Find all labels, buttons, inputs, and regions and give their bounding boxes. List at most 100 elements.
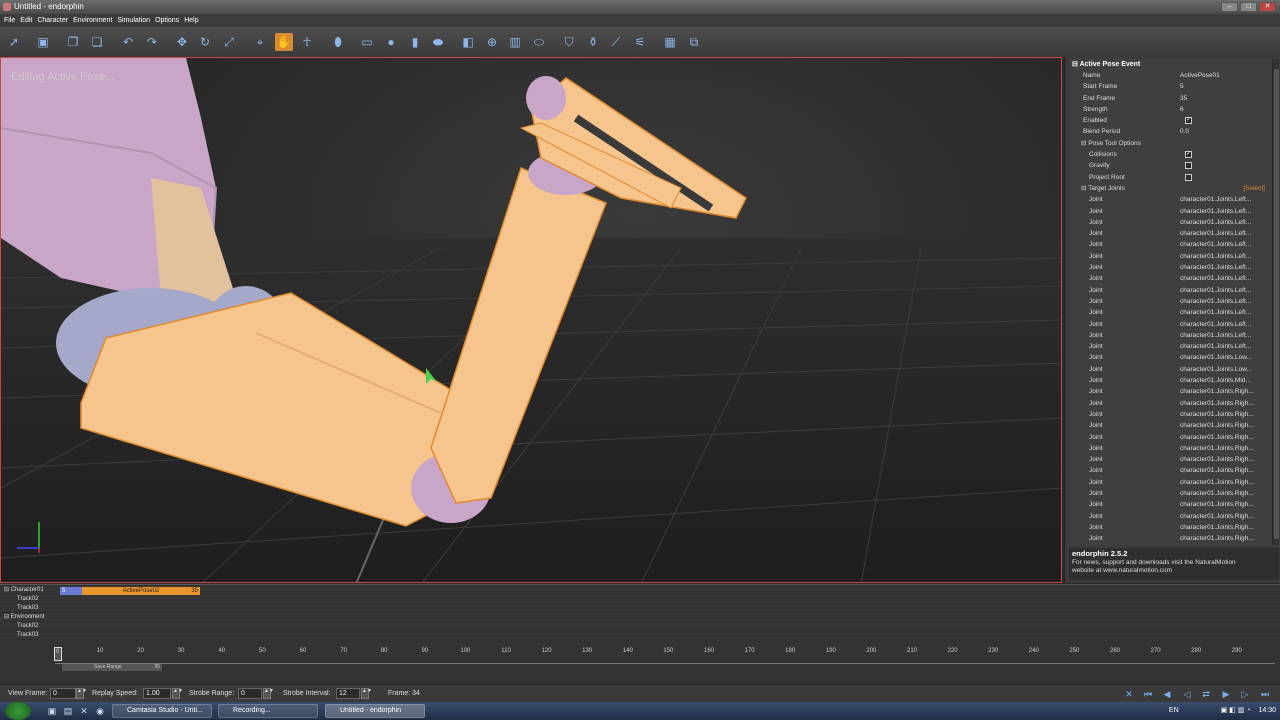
copy-icon[interactable]: ❐ <box>64 33 82 51</box>
menu-options[interactable]: Options <box>155 14 184 27</box>
joint-row[interactable]: Joint character01.Joints.Left... <box>1069 217 1279 228</box>
sphere-shape-icon[interactable]: ● <box>382 33 400 51</box>
network-icon[interactable]: ⧉ <box>685 33 703 51</box>
cylinder-shape-icon[interactable]: ▮ <box>406 33 424 51</box>
joint-row[interactable]: Joint character01.Joints.Righ... <box>1069 477 1279 488</box>
select-tool-icon[interactable]: ➚ <box>5 33 23 51</box>
track-environment[interactable]: ⊟ Environment <box>0 613 1280 622</box>
joint-value[interactable]: character01.Joints.Left... <box>1180 251 1251 262</box>
joint-value[interactable]: character01.Joints.Righ... <box>1180 488 1254 499</box>
prop-row[interactable]: Gravity <box>1069 160 1279 171</box>
joint-value[interactable]: character01.Joints.Low... <box>1180 364 1252 375</box>
scale-icon[interactable]: ⤢ <box>220 33 238 51</box>
task-endorphin[interactable]: Untitled - endorphin <box>325 704 425 718</box>
strobe-range-spinner[interactable]: ▲▼ <box>263 688 274 699</box>
go-start-icon[interactable]: ⏮ <box>1141 688 1155 700</box>
joint-value[interactable]: character01.Joints.Low... <box>1180 352 1252 363</box>
prop-value[interactable]: ActivePose01 <box>1180 70 1220 81</box>
joint-row[interactable]: Joint character01.Joints.Righ... <box>1069 544 1279 545</box>
character-icon[interactable]: ☥ <box>298 33 316 51</box>
event-icon[interactable]: ◧ <box>459 33 477 51</box>
prop-row[interactable]: End Frame 35 <box>1069 93 1279 104</box>
prop-value[interactable]: 35 <box>1180 93 1187 104</box>
joint-row[interactable]: Joint character01.Joints.Righ... <box>1069 522 1279 533</box>
joint-row[interactable]: Joint character01.Joints.Righ... <box>1069 386 1279 397</box>
joint-value[interactable]: character01.Joints.Left... <box>1180 330 1251 341</box>
joint-row[interactable]: Joint character01.Joints.Righ... <box>1069 420 1279 431</box>
joint-row[interactable]: Joint character01.Joints.Left... <box>1069 341 1279 352</box>
3d-viewport[interactable]: Editing Active Pose... <box>0 57 1062 583</box>
quicklaunch-icon[interactable]: ✕ <box>78 705 90 717</box>
desktop-icon[interactable]: ▣ <box>46 705 58 717</box>
joint-row[interactable]: Joint character01.Joints.Mid... <box>1069 375 1279 386</box>
joint-value[interactable]: character01.Joints.Left... <box>1180 217 1251 228</box>
joint-row[interactable]: Joint character01.Joints.Righ... <box>1069 432 1279 443</box>
joint-value[interactable]: character01.Joints.Left... <box>1180 296 1251 307</box>
clip-start-marker[interactable]: 5 <box>60 587 82 595</box>
joint-row[interactable]: Joint character01.Joints.Left... <box>1069 319 1279 330</box>
bottle-icon[interactable]: ⚱ <box>584 33 602 51</box>
play-back-icon[interactable]: ◁ <box>1180 688 1194 700</box>
joint-row[interactable]: Joint character01.Joints.Left... <box>1069 273 1279 284</box>
joint-row[interactable]: Joint character01.Joints.Left... <box>1069 285 1279 296</box>
joint-row[interactable]: Joint character01.Joints.Righ... <box>1069 511 1279 522</box>
joint-row[interactable]: Joint character01.Joints.Left... <box>1069 194 1279 205</box>
track-row[interactable]: Track02 <box>0 595 1280 604</box>
joint-row[interactable]: Joint character01.Joints.Righ... <box>1069 443 1279 454</box>
panel-scrollbar[interactable] <box>1272 59 1279 545</box>
step-back-icon[interactable]: ◀ <box>1160 688 1174 700</box>
prop-row[interactable]: Name ActivePose01 <box>1069 70 1279 81</box>
view-frame-spinner[interactable]: ▲▼ <box>76 688 87 699</box>
joint-value[interactable]: character01.Joints.Righ... <box>1180 409 1254 420</box>
camera-icon[interactable]: ▦ <box>661 33 679 51</box>
replay-speed-spinner[interactable]: ▲▼ <box>172 688 183 699</box>
strobe-range-input[interactable]: 0 <box>238 688 262 699</box>
quicklaunch-icon[interactable]: ◉ <box>94 705 106 717</box>
joint-row[interactable]: Joint character01.Joints.Righ... <box>1069 499 1279 510</box>
effect-icon[interactable]: ⚟ <box>631 33 649 51</box>
joint-row[interactable]: Joint character01.Joints.Left... <box>1069 228 1279 239</box>
menu-character[interactable]: Character <box>37 14 73 27</box>
joint-row[interactable]: Joint character01.Joints.Righ... <box>1069 533 1279 544</box>
save-range-bar[interactable]: Save Range 35 <box>62 664 162 671</box>
joint-value[interactable]: character01.Joints.Left... <box>1180 285 1251 296</box>
collisions-checkbox[interactable]: ✓ <box>1185 151 1192 159</box>
joint-row[interactable]: Joint character01.Joints.Righ... <box>1069 398 1279 409</box>
joint-row[interactable]: Joint character01.Joints.Left... <box>1069 239 1279 250</box>
prop-row[interactable]: Blend Period 0.0 <box>1069 126 1279 137</box>
joint-value[interactable]: character01.Joints.Mid... <box>1180 375 1251 386</box>
add-character-icon[interactable]: ⬮ <box>329 33 347 51</box>
joint-row[interactable]: Joint character01.Joints.Left... <box>1069 206 1279 217</box>
joint-value[interactable]: character01.Joints.Left... <box>1180 307 1251 318</box>
joint-value[interactable]: character01.Joints.Righ... <box>1180 432 1254 443</box>
menu-file[interactable]: File <box>4 14 20 27</box>
close-button[interactable]: ✕ <box>1259 2 1276 12</box>
prop-row[interactable]: Strength 6 <box>1069 104 1279 115</box>
joint-value[interactable]: character01.Joints.Left... <box>1180 206 1251 217</box>
task-recording[interactable]: Recording... <box>218 704 318 718</box>
gravity-checkbox[interactable] <box>1185 162 1192 170</box>
joint-value[interactable]: character01.Joints.Left... <box>1180 262 1251 273</box>
joint-row[interactable]: Joint character01.Joints.Left... <box>1069 296 1279 307</box>
joint-value[interactable]: character01.Joints.Left... <box>1180 341 1251 352</box>
joint-row[interactable]: Joint character01.Joints.Righ... <box>1069 465 1279 476</box>
paste-icon[interactable]: ❏ <box>88 33 106 51</box>
track-row[interactable]: Track03 <box>0 631 1280 640</box>
prop-row[interactable]: Collisions ✓ <box>1069 149 1279 160</box>
prop-row[interactable]: Enabled ✓ <box>1069 115 1279 126</box>
joint-value[interactable]: character01.Joints.Righ... <box>1180 544 1254 545</box>
joint-row[interactable]: Joint character01.Joints.Righ... <box>1069 488 1279 499</box>
menu-edit[interactable]: Edit <box>20 14 37 27</box>
playhead[interactable]: 0 <box>54 647 62 661</box>
grid-event-icon[interactable]: ⊕ <box>483 33 501 51</box>
joint-row[interactable]: Joint character01.Joints.Left... <box>1069 330 1279 341</box>
link-event-icon[interactable]: ⬭ <box>530 33 548 51</box>
timeline[interactable]: 10 20 30 40 50 60 70 80 90 100 110 120 130 140 150 160 1… <box>0 640 1280 684</box>
joint-row[interactable]: Joint character01.Joints.Left... <box>1069 307 1279 318</box>
track-row[interactable]: Track03 <box>0 604 1280 613</box>
view-frame-input[interactable]: 0 <box>50 688 76 699</box>
language-indicator[interactable]: EN <box>1169 707 1179 714</box>
pose-tool-icon[interactable]: ✋ <box>275 33 293 51</box>
play-icon[interactable]: ▶ <box>1219 688 1233 700</box>
menu-help[interactable]: Help <box>184 14 203 27</box>
